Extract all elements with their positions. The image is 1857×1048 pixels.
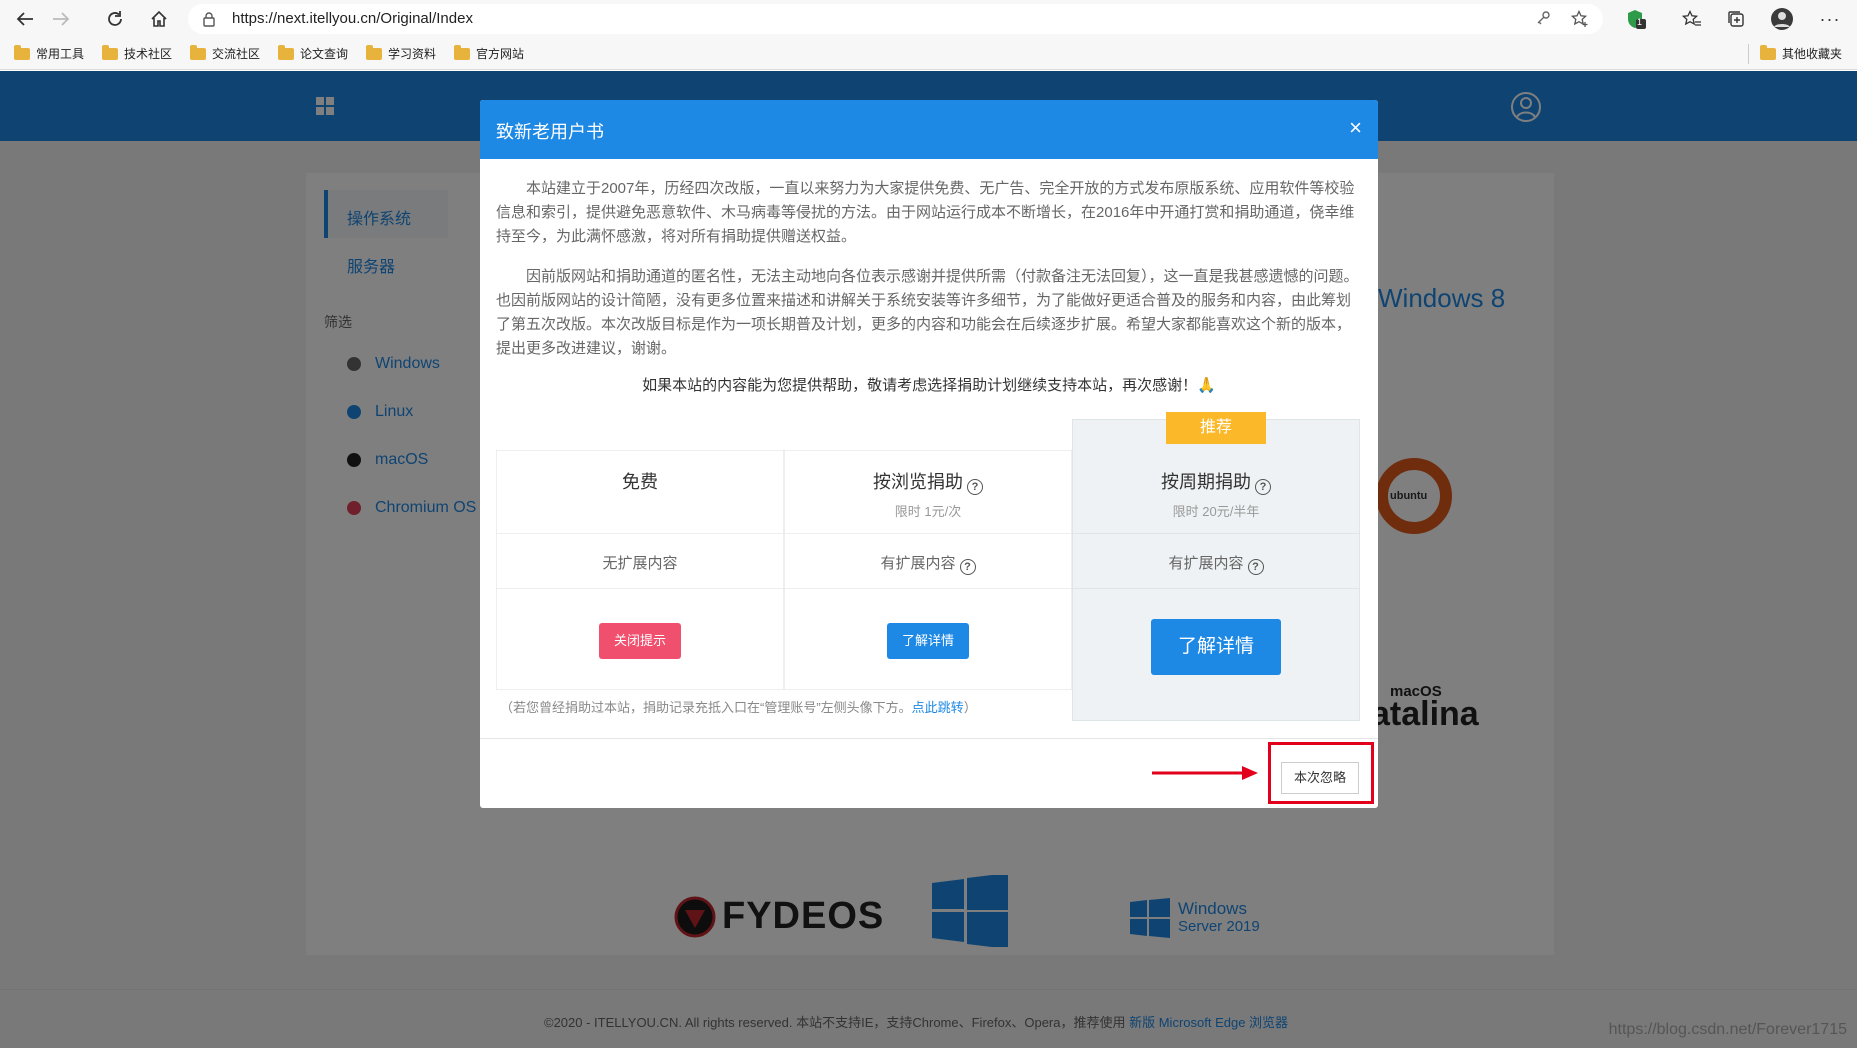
annotation-arrow-icon [1152, 766, 1258, 780]
learn-more-button-large[interactable]: 了解详情 [1151, 619, 1281, 675]
plan-free: 免费 无扩展内容 关闭提示 [496, 450, 784, 690]
bookmark-folder[interactable]: 官方网站 [454, 44, 525, 62]
bookmark-folder[interactable]: 常用工具 [14, 44, 85, 62]
plan-name: 免费 [622, 472, 658, 492]
browser-toolbar: https://next.itellyou.cn/Original/Index … [0, 0, 1857, 38]
highlight-box [1268, 742, 1374, 804]
bookmarks-bar: 常用工具 技术社区 交流社区 论文查询 学习资料 官方网站 其他收藏夹 [0, 38, 1857, 70]
plan-divider [1073, 533, 1359, 534]
help-icon[interactable]: ? [1247, 559, 1264, 575]
address-bar[interactable]: https://next.itellyou.cn/Original/Index [188, 4, 1603, 34]
plan-feature: 有扩展内容? [1073, 552, 1359, 575]
bookmark-label: 技术社区 [124, 47, 173, 61]
profile-avatar-icon [1771, 8, 1793, 30]
plan-feature-text: 有扩展内容 [880, 555, 956, 572]
modal-paragraph-1: 本站建立于2007年，历经四次改版，一直以来努力为大家提供免费、无广告、完全开放… [496, 180, 1355, 245]
more-menu-button[interactable]: ··· [1816, 6, 1844, 32]
bookmark-divider [1748, 44, 1749, 64]
plan-name: 按周期捐助? [1073, 468, 1359, 495]
bookmark-label: 常用工具 [36, 47, 85, 61]
other-bookmarks-folder[interactable]: 其他收藏夹 [1760, 44, 1843, 62]
help-icon[interactable]: ? [1255, 479, 1271, 495]
forward-button[interactable] [48, 6, 74, 32]
modal-paragraph-2: 因前版网站和捐助通道的匿名性，无法主动地向各位表示感谢并提供所需（付款备注无法回… [496, 268, 1359, 357]
modal-header: 致新老用户书 × [480, 100, 1378, 159]
jump-link[interactable]: 点此跳转 [912, 700, 964, 715]
donation-modal: 致新老用户书 × 本站建立于2007年，历经四次改版，一直以来努力为大家提供免费… [480, 100, 1378, 808]
plan-per-view: 按浏览捐助? 限时 1元/次 有扩展内容? 了解详情 [784, 450, 1072, 690]
favorites-star-icon [1682, 10, 1701, 26]
favorites-button[interactable] [1678, 6, 1706, 32]
bookmark-label: 其他收藏夹 [1782, 47, 1843, 61]
folder-icon [278, 44, 294, 60]
modal-thanks: 如果本站的内容能为您提供帮助，敬请考虑选择捐助计划继续支持本站，再次感谢！🙏 [642, 377, 1216, 394]
donation-note: （若您曾经捐助过本站，捐助记录充抵入口在“管理账号”左侧头像下方。点此跳转） [500, 697, 977, 716]
bookmark-folder[interactable]: 学习资料 [366, 44, 437, 62]
folder-icon [454, 44, 470, 60]
folder-icon [102, 44, 118, 60]
key-icon[interactable] [1535, 10, 1551, 26]
bookmark-folder[interactable]: 技术社区 [102, 44, 173, 62]
forward-arrow-icon [53, 12, 70, 26]
watermark: https://blog.csdn.net/Forever1715 [1608, 1021, 1847, 1038]
plan-name: 按浏览捐助? [785, 468, 1071, 495]
plan-periodic: 推荐 按周期捐助? 限时 20元/半年 有扩展内容? 了解详情 [1072, 412, 1360, 721]
plan-divider [497, 588, 783, 589]
shield-extension-button[interactable]: 1 [1622, 6, 1650, 32]
home-button[interactable] [146, 6, 172, 32]
lock-icon [203, 12, 215, 27]
bookmark-label: 交流社区 [212, 47, 261, 61]
learn-more-button[interactable]: 了解详情 [887, 623, 969, 659]
refresh-button[interactable] [102, 6, 128, 32]
plan-table: 免费 无扩展内容 关闭提示 按浏览捐助? 限时 1元/次 有扩展内容? 了解详情… [496, 412, 1362, 721]
modal-title: 致新老用户书 [496, 122, 604, 142]
note-suffix: ） [963, 700, 977, 715]
collections-button[interactable] [1722, 6, 1750, 32]
plan-divider [785, 533, 1071, 534]
back-arrow-icon [16, 12, 33, 26]
close-icon[interactable]: × [1349, 116, 1362, 140]
plan-name-text: 按周期捐助 [1161, 472, 1251, 492]
plan-sub: 限时 20元/半年 [1172, 504, 1260, 519]
refresh-icon [108, 11, 122, 26]
plan-sub: 限时 1元/次 [894, 504, 962, 519]
plan-divider [1073, 588, 1359, 589]
plan-feature: 有扩展内容? [785, 552, 1071, 575]
plan-name-text: 按浏览捐助 [873, 472, 963, 492]
note-text: （若您曾经捐助过本站，捐助记录充抵入口在“管理账号”左侧头像下方。 [500, 700, 912, 715]
url-text: https://next.itellyou.cn/Original/Index [232, 10, 473, 27]
profile-button[interactable] [1768, 6, 1796, 32]
modal-footer-divider [480, 738, 1378, 739]
favorite-add-icon[interactable] [1571, 10, 1589, 28]
folder-icon [190, 44, 206, 60]
bookmark-label: 论文查询 [300, 47, 349, 61]
help-icon[interactable]: ? [959, 559, 976, 575]
folder-icon [14, 44, 30, 60]
plan-divider [785, 588, 1071, 589]
home-icon [151, 10, 167, 27]
plan-divider [497, 533, 783, 534]
folder-icon [1760, 44, 1776, 60]
plan-feature: 无扩展内容 [602, 555, 678, 572]
close-tip-button[interactable]: 关闭提示 [599, 623, 681, 659]
recommended-badge: 推荐 [1166, 412, 1266, 444]
bookmark-label: 官方网站 [476, 47, 525, 61]
folder-icon [366, 44, 382, 60]
plan-feature-text: 有扩展内容 [1168, 555, 1244, 572]
back-button[interactable] [12, 6, 38, 32]
bookmark-folder[interactable]: 交流社区 [190, 44, 261, 62]
help-icon[interactable]: ? [967, 479, 983, 495]
more-dots-icon: ··· [1819, 8, 1841, 29]
shield-icon [1628, 10, 1646, 29]
collections-icon [1728, 11, 1744, 27]
bookmark-folder[interactable]: 论文查询 [278, 44, 349, 62]
bookmark-label: 学习资料 [388, 47, 437, 61]
shield-badge: 1 [1637, 17, 1643, 27]
